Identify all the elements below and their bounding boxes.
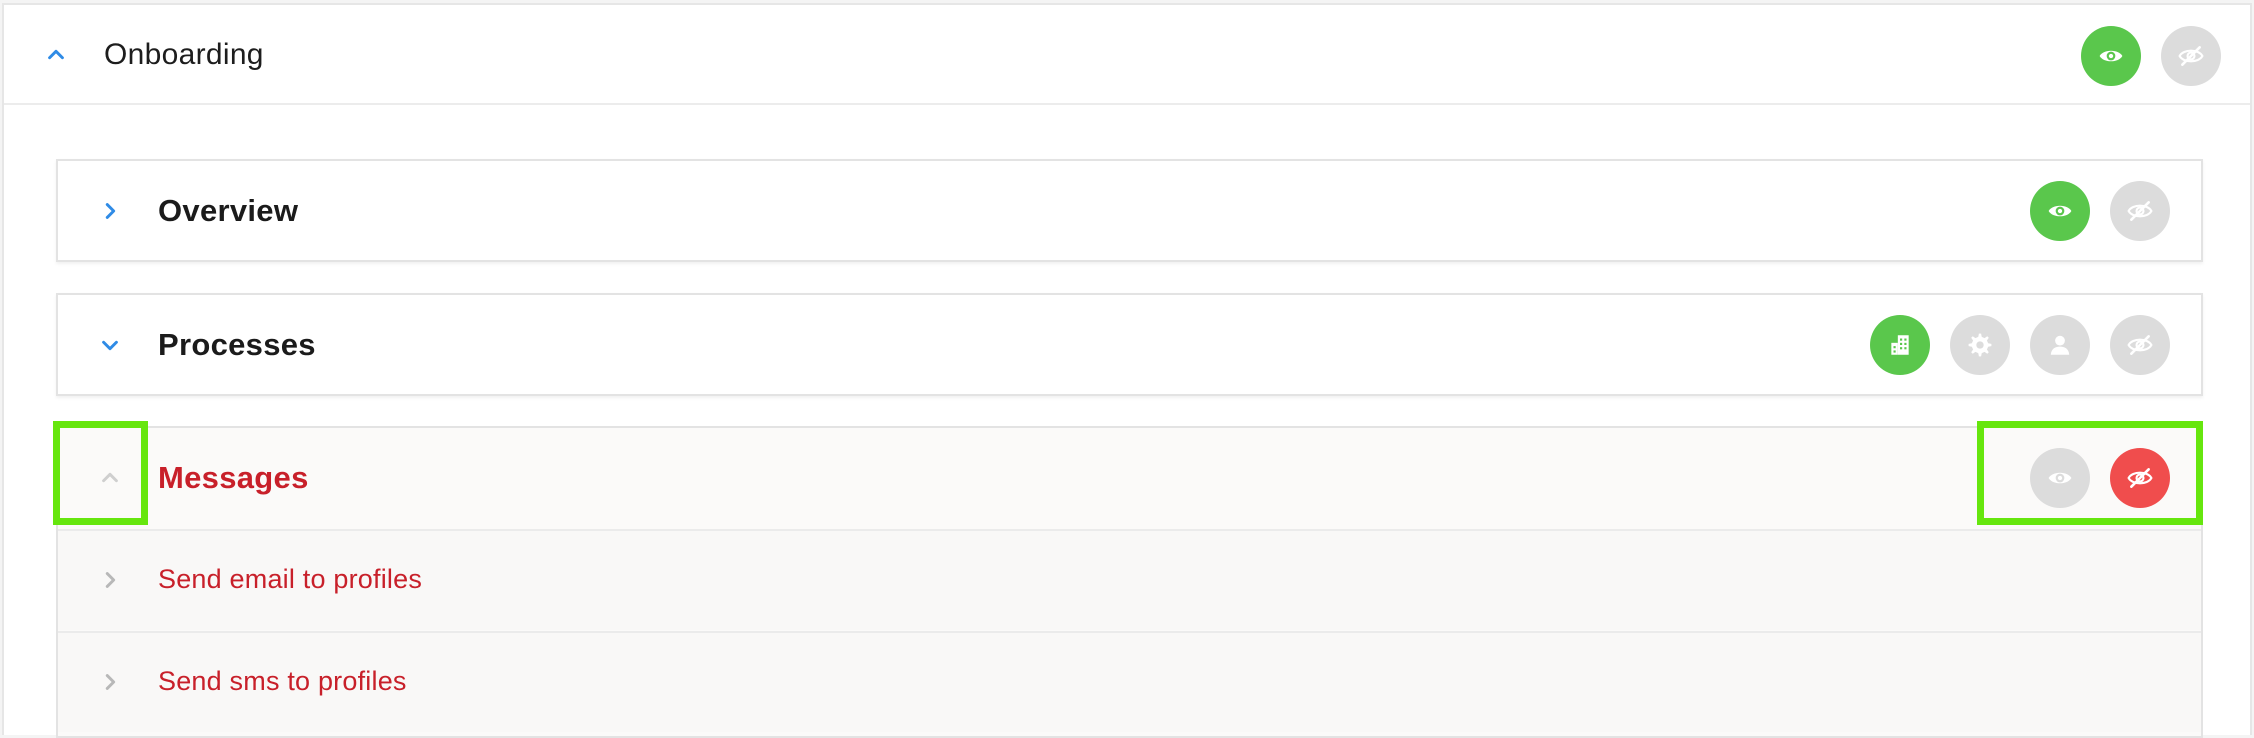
chevron-up-icon[interactable] (41, 40, 71, 70)
visible-toggle-button[interactable] (2030, 181, 2090, 241)
highlight-box (1977, 421, 2203, 525)
chevron-right-icon[interactable] (95, 565, 125, 595)
eye-slash-icon (2127, 335, 2153, 355)
system-button[interactable] (1950, 315, 2010, 375)
panel-title: Processes (158, 327, 316, 362)
panel-title: Overview (158, 193, 299, 228)
highlight-box (53, 421, 148, 525)
panel-title: Messages (158, 460, 309, 495)
hidden-toggle-button[interactable] (2161, 26, 2221, 86)
list-item[interactable]: Send sms to profiles (58, 631, 2201, 732)
organization-button[interactable] (1870, 315, 1930, 375)
gear-icon (1968, 333, 1992, 357)
user-button[interactable] (2030, 315, 2090, 375)
eye-icon (2048, 205, 2072, 217)
eye-icon (2099, 50, 2123, 62)
visible-toggle-button[interactable] (2081, 26, 2141, 86)
list-item-label: Send sms to profiles (158, 666, 407, 696)
building-icon (1891, 335, 1909, 355)
chevron-right-icon[interactable] (95, 196, 125, 226)
overview-panel[interactable]: Overview (56, 159, 2203, 262)
hidden-toggle-button[interactable] (2110, 181, 2170, 241)
list-item[interactable]: Send email to profiles (58, 529, 2201, 630)
user-icon (2050, 335, 2070, 355)
list-item-label: Send email to profiles (158, 564, 423, 594)
hidden-toggle-button[interactable] (2110, 315, 2170, 375)
eye-slash-icon (2127, 201, 2153, 221)
section-title: Onboarding (104, 38, 264, 71)
chevron-right-icon[interactable] (95, 667, 125, 697)
messages-panel: Messages Send email to profiles Send sms… (56, 426, 2203, 738)
messages-header[interactable]: Messages (58, 428, 2201, 529)
chevron-down-icon[interactable] (95, 330, 125, 360)
onboarding-header[interactable]: Onboarding (4, 5, 2250, 105)
eye-slash-icon (2178, 46, 2204, 66)
onboarding-section: Onboarding Overview Processes Messages S… (2, 3, 2252, 738)
processes-panel[interactable]: Processes (56, 293, 2203, 396)
